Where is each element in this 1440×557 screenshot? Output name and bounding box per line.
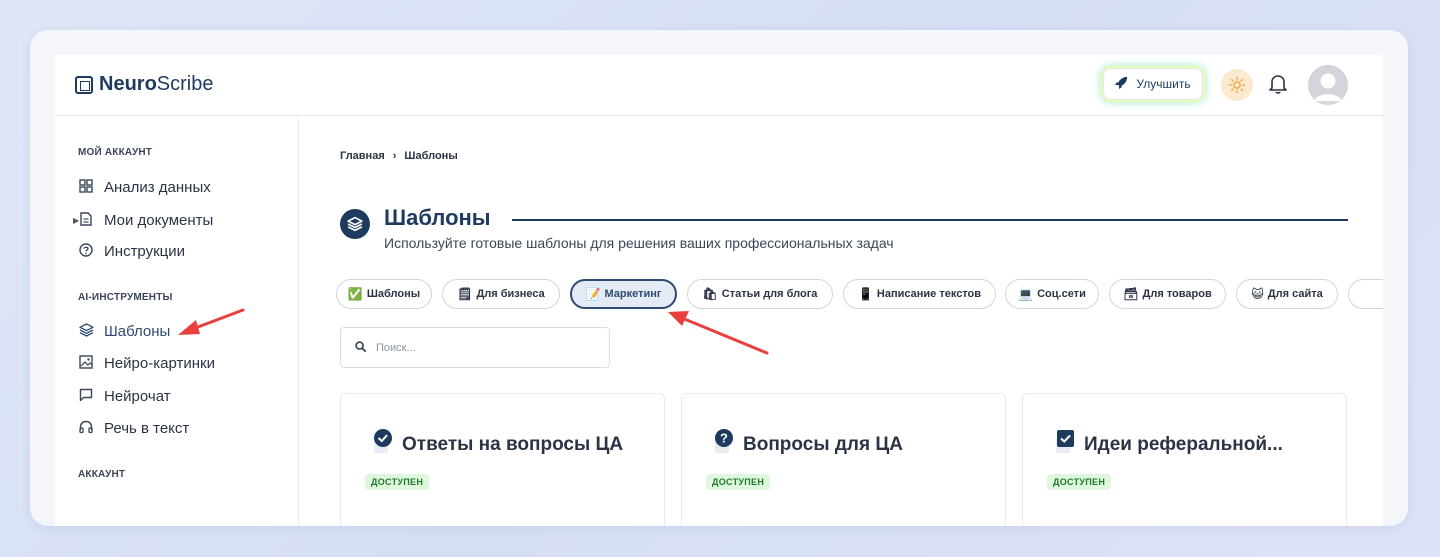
chip-label: Статьи для блога <box>721 288 818 300</box>
sidebar-section-ai-tools: AI-ИНСТРУМЕНТЫ <box>78 292 173 303</box>
chip-label: Для товаров <box>1142 288 1212 300</box>
breadcrumb-home[interactable]: Главная <box>340 150 385 162</box>
document-icon <box>78 211 94 229</box>
chip-label: Для сайта <box>1267 288 1323 300</box>
sidebar-item-label: Речь в текст <box>104 419 190 437</box>
help-circle-icon <box>78 242 94 260</box>
breadcrumb: Главная › Шаблоны <box>340 150 458 162</box>
card-title: Вопросы для ЦА <box>743 434 903 455</box>
caret-right-icon[interactable]: ▶ <box>73 216 79 225</box>
chip-text-writing[interactable]: 📱 Написание текстов <box>843 279 996 309</box>
logo-rest: Scribe <box>156 73 214 95</box>
sidebar-item-data-analysis[interactable]: Анализ данных <box>78 177 211 197</box>
title-divider <box>512 219 1348 221</box>
layers-icon <box>340 209 370 239</box>
page-subtitle: Используйте готовые шаблоны для решения … <box>384 235 894 251</box>
rocket-icon <box>1115 76 1128 92</box>
grid-icon <box>78 178 94 196</box>
chip-label: Шаблоны <box>366 288 421 300</box>
cat-face-icon: 😺 <box>1251 287 1264 301</box>
sidebar-item-templates[interactable]: Шаблоны <box>78 321 170 341</box>
upgrade-label: Улучшить <box>1136 77 1191 91</box>
laptop-icon: 💻 <box>1018 287 1034 301</box>
breadcrumb-current: Шаблоны <box>404 150 458 162</box>
status-badge: ДОСТУПЕН <box>1047 474 1112 490</box>
sidebar-item-label: Мои документы <box>104 211 214 229</box>
card-title: Идеи реферальной... <box>1084 434 1283 455</box>
phone-icon: 📱 <box>857 287 873 301</box>
chip-label: Написание текстов <box>876 288 982 300</box>
sidebar-item-label: Анализ данных <box>104 178 211 196</box>
shopping-bags-icon: 🛍 <box>702 287 718 301</box>
status-badge: ДОСТУПЕН <box>365 474 430 490</box>
sidebar-item-label: Инструкции <box>104 242 186 260</box>
sidebar-item-instructions[interactable]: Инструкции <box>78 241 185 261</box>
check-circle-icon <box>372 429 392 453</box>
template-card[interactable]: Ответы на вопросы ЦА ДОСТУПЕН <box>340 393 665 526</box>
sidebar-item-label: Шаблоны <box>104 322 171 340</box>
logo-icon <box>75 75 93 94</box>
sidebar-item-speech-to-text[interactable]: Речь в текст <box>78 418 189 438</box>
card-box-icon: 🗃 <box>1123 287 1139 301</box>
top-bar: NeuroScribe Улучшить <box>55 55 1383 116</box>
check-box-icon: ✅ <box>347 287 363 301</box>
chip-business[interactable]: 🗒 Для бизнеса <box>442 279 560 309</box>
checkbox-icon <box>1054 429 1074 453</box>
template-card[interactable]: ? Вопросы для ЦА ДОСТУПЕН <box>681 393 1006 526</box>
svg-text:?: ? <box>720 431 728 446</box>
breadcrumb-separator: › <box>392 150 397 162</box>
search-icon <box>355 340 366 355</box>
chip-templates[interactable]: ✅ Шаблоны <box>336 279 432 309</box>
status-badge: ДОСТУПЕН <box>706 474 771 490</box>
chat-icon <box>78 388 94 405</box>
chip-products[interactable]: 🗃 Для товаров <box>1109 279 1226 309</box>
chip-blog-articles[interactable]: 🛍 Статьи для блога <box>687 279 833 309</box>
avatar[interactable] <box>1308 65 1348 105</box>
question-circle-icon: ? <box>713 429 733 453</box>
app-frame: NeuroScribe Улучшить МОЙ АККАУНТ Анализ … <box>30 30 1408 526</box>
chip-website[interactable]: 😺 Для сайта <box>1236 279 1338 309</box>
app-window: NeuroScribe Улучшить МОЙ АККАУНТ Анализ … <box>55 55 1383 526</box>
sidebar-item-neuro-images[interactable]: Нейро-картинки <box>78 353 215 373</box>
chip-more[interactable] <box>1348 279 1383 309</box>
layers-icon <box>78 322 94 340</box>
template-card[interactable]: Идеи реферальной... ДОСТУПЕН <box>1022 393 1347 526</box>
sidebar-item-label: Нейрочат <box>104 387 171 405</box>
chip-label: Соц.сети <box>1037 288 1086 300</box>
headphones-icon <box>78 420 94 437</box>
chip-label: Маркетинг <box>604 288 662 300</box>
sidebar-section-my-account: МОЙ АККАУНТ <box>78 147 153 158</box>
chip-social[interactable]: 💻 Соц.сети <box>1005 279 1099 309</box>
image-icon <box>78 354 94 372</box>
sidebar-item-neurochat[interactable]: Нейрочат <box>78 386 171 406</box>
page-header: Шаблоны Используйте готовые шаблоны для … <box>340 205 1348 255</box>
upgrade-button[interactable]: Улучшить <box>1103 68 1203 100</box>
logo[interactable]: NeuroScribe <box>75 73 214 96</box>
bell-icon[interactable] <box>1268 73 1288 95</box>
chip-marketing[interactable]: 📝 Маркетинг <box>570 279 677 309</box>
memo-icon: 📝 <box>585 287 601 301</box>
sidebar-section-account: АККАУНТ <box>78 469 126 480</box>
sidebar-item-my-documents[interactable]: ▶ Мои документы <box>73 210 214 230</box>
page-title: Шаблоны <box>384 205 491 230</box>
notepad-icon: 🗒 <box>457 287 473 301</box>
search-input[interactable]: Поиск... <box>340 327 610 368</box>
sidebar-item-label: Нейро-картинки <box>104 354 215 372</box>
search-placeholder: Поиск... <box>376 341 416 354</box>
chip-label: Для бизнеса <box>476 288 545 300</box>
category-chips: ✅ Шаблоны 🗒 Для бизнеса 📝 Маркетинг 🛍 Ст… <box>336 279 1383 311</box>
card-title: Ответы на вопросы ЦА <box>402 434 624 455</box>
sun-icon[interactable] <box>1221 69 1253 101</box>
sidebar: МОЙ АККАУНТ Анализ данных ▶ Мои документ… <box>55 117 299 526</box>
logo-bold: Neuro <box>99 73 157 95</box>
